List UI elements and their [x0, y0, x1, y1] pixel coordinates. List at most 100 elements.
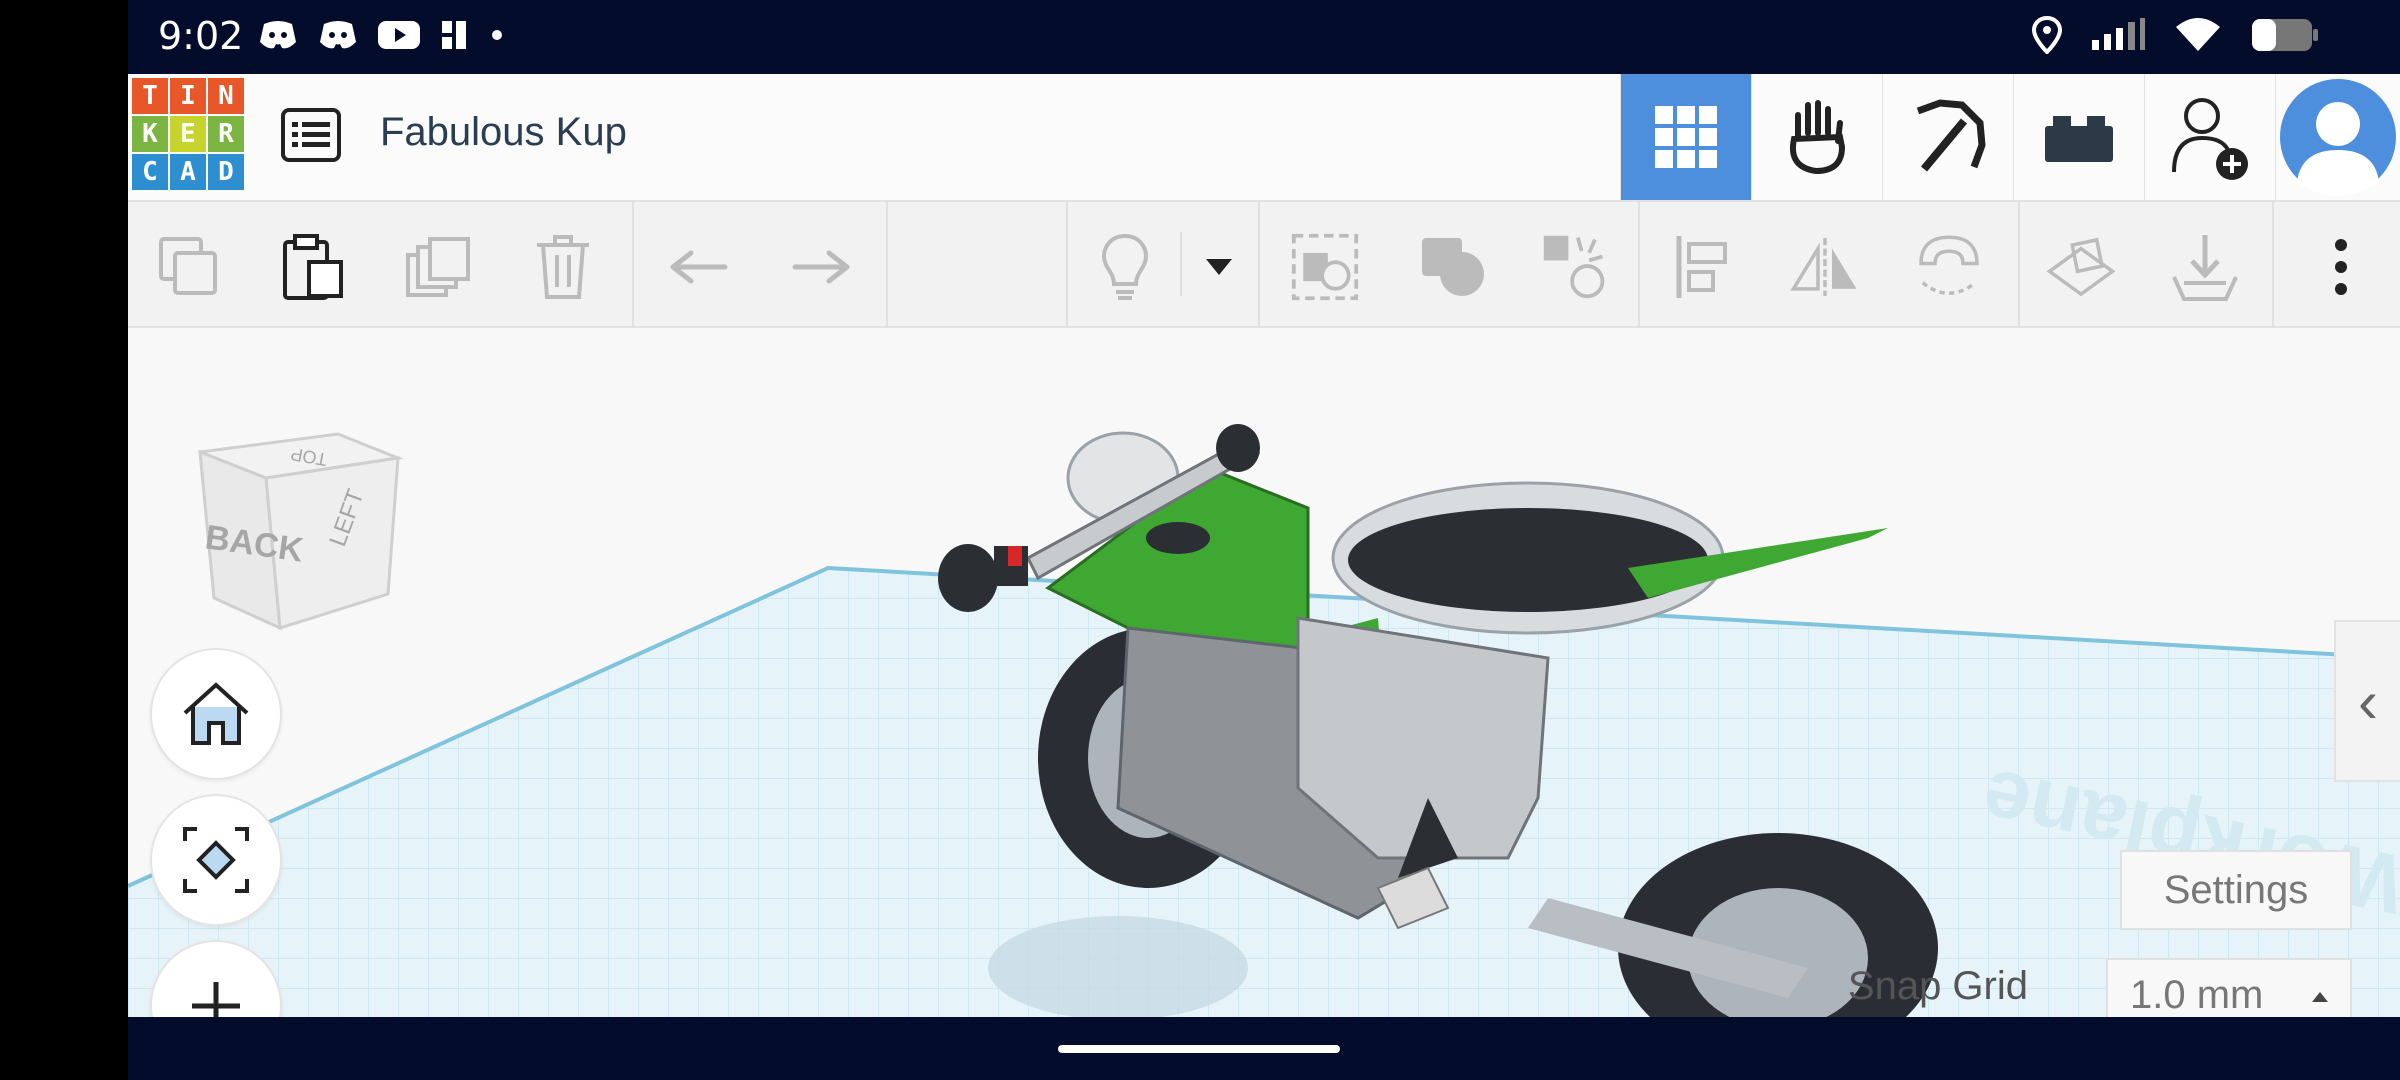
notes-button[interactable]: [1090, 232, 1160, 302]
avatar-icon: [2280, 79, 2396, 196]
blocks-hand-icon: [1790, 100, 1846, 175]
magnet-icon: [1919, 235, 1979, 295]
import-button[interactable]: [2170, 232, 2240, 302]
toolbar-separator: [1638, 202, 1640, 326]
chevron-up-icon: [2312, 992, 2328, 1002]
3d-viewport[interactable]: Workplane TOP BACK LEFT ‹ Settings Snap …: [128, 328, 2400, 1017]
invite-button[interactable]: [2144, 74, 2275, 200]
fit-view-button[interactable]: [150, 794, 282, 926]
view-cube-graphic: TOP BACK LEFT: [198, 432, 404, 631]
ungroup-button[interactable]: [1540, 232, 1610, 302]
list-icon: [281, 108, 341, 162]
logo-letter: C: [132, 154, 168, 190]
logo-letter: N: [208, 78, 244, 114]
view-mode-buttons: [1620, 74, 2400, 200]
toolbar-separator: [1180, 232, 1182, 296]
logo-letter: I: [170, 78, 206, 114]
status-time: 9:02: [158, 14, 244, 58]
align-icon: [1676, 236, 1727, 298]
location-icon: [2032, 16, 2062, 54]
brick-icon: [2045, 116, 2113, 162]
paste-icon: [283, 234, 343, 300]
view-cube[interactable]: TOP BACK LEFT: [188, 408, 408, 653]
plus-icon: [192, 982, 240, 1017]
logo-letter: K: [132, 116, 168, 152]
light-bulb-icon: [1101, 233, 1149, 300]
snap-grid-value: 1.0 mm: [2130, 973, 2264, 1017]
workplane-icon: [2046, 237, 2116, 297]
wifi-icon: [2176, 18, 2220, 51]
group-icon: [1291, 233, 1359, 301]
shape-union-icon: [1422, 238, 1484, 296]
toolbar-separator: [2272, 202, 2274, 326]
workplane-button[interactable]: [2046, 232, 2116, 302]
design-list-button[interactable]: [278, 102, 344, 168]
copy-button[interactable]: [154, 232, 224, 302]
paste-button[interactable]: [278, 232, 348, 302]
group-button[interactable]: [1290, 232, 1360, 302]
align-button[interactable]: [1668, 232, 1738, 302]
tinkercad-app: T I N K E R C A D Fabulous Kup Workplane…: [128, 74, 2400, 1017]
snap-grid-select[interactable]: 1.0 mm: [2106, 958, 2352, 1017]
3d-design-button[interactable]: [1620, 74, 1751, 200]
fit-view-icon: [183, 827, 249, 893]
ungroup-icon: [1543, 235, 1605, 299]
tinkercad-logo[interactable]: T I N K E R C A D: [132, 78, 244, 190]
dot-icon: [492, 30, 502, 40]
cruise-button[interactable]: [1914, 232, 1984, 302]
duplicate-icon: [406, 237, 470, 297]
status-bar: 9:02: [128, 0, 2400, 74]
copy-icon: [159, 237, 217, 295]
redo-button[interactable]: [786, 232, 856, 302]
toolbar-separator: [886, 202, 888, 326]
mirror-icon: [1790, 238, 1857, 296]
youtube-icon: [378, 21, 420, 49]
more-options-button[interactable]: [2306, 232, 2376, 302]
duplicate-button[interactable]: [404, 232, 474, 302]
notes-dropdown-button[interactable]: [1184, 232, 1254, 302]
logo-letter: D: [208, 154, 244, 190]
trash-icon: [537, 235, 589, 299]
edit-toolbar: [128, 202, 2400, 328]
shapes-panel-toggle[interactable]: ‹: [2334, 620, 2400, 782]
logo-letter: A: [170, 154, 206, 190]
add-user-icon: [2172, 98, 2248, 180]
battery-icon: [2252, 19, 2318, 51]
system-nav-bar: [128, 1017, 2400, 1080]
chevron-down-icon: [1206, 259, 1232, 275]
app-icon: [442, 21, 466, 49]
blocks-button[interactable]: [1751, 74, 1882, 200]
toolbar-separator: [1258, 202, 1260, 326]
delete-button[interactable]: [528, 232, 598, 302]
profile-button[interactable]: [2275, 74, 2400, 200]
lego-button[interactable]: [2013, 74, 2144, 200]
3d-grid-icon: [1655, 106, 1717, 168]
design-title[interactable]: Fabulous Kup: [380, 110, 627, 155]
toolbar-separator: [632, 202, 634, 326]
workplane-grid: Workplane: [128, 424, 2400, 1017]
toolbar-separator: [2018, 202, 2020, 326]
home-icon: [183, 682, 249, 745]
import-icon: [2172, 235, 2238, 301]
discord-icon: [320, 21, 356, 49]
logo-letter: E: [170, 116, 206, 152]
minecraft-button[interactable]: [1882, 74, 2013, 200]
status-right-icons: [2032, 16, 2320, 54]
toolbar-separator: [1066, 202, 1068, 326]
top-bar: T I N K E R C A D Fabulous Kup: [128, 74, 2400, 202]
settings-button[interactable]: Settings: [2120, 850, 2352, 930]
mirror-button[interactable]: [1790, 232, 1860, 302]
redo-icon: [792, 250, 850, 284]
left-letterbox: [0, 0, 128, 1080]
union-button[interactable]: [1418, 232, 1488, 302]
logo-letter: T: [132, 78, 168, 114]
undo-button[interactable]: [664, 232, 734, 302]
logo-letter: R: [208, 116, 244, 152]
signal-icon: [2092, 18, 2145, 50]
home-gesture-handle[interactable]: [1058, 1045, 1340, 1053]
discord-icon: [260, 21, 296, 49]
chevron-left-icon: ‹: [2358, 667, 2378, 735]
more-vertical-icon: [2335, 239, 2347, 295]
undo-icon: [670, 250, 728, 284]
home-view-button[interactable]: [150, 648, 282, 780]
